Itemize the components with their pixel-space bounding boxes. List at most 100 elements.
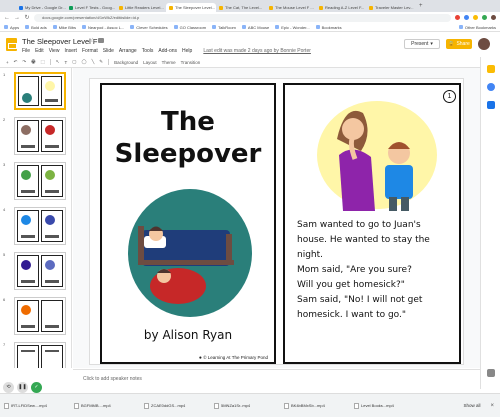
image-icon[interactable]: ▢ <box>72 59 76 65</box>
tasks-icon[interactable] <box>487 83 495 91</box>
cover-title-line-2[interactable]: Sleepover <box>102 139 274 169</box>
keep-icon[interactable] <box>487 65 495 73</box>
slide-canvas[interactable]: The Sleepover by Alison Ryan ● © Learnin… <box>73 68 480 368</box>
slide-thumbnail-row[interactable]: 2 <box>0 115 71 159</box>
browser-tab[interactable]: Traveler Master Lev... <box>366 3 416 12</box>
download-item[interactable]: IRT-LFIDSew....mp4 <box>4 400 68 412</box>
browser-tab[interactable]: The Mouse Level F ... <box>266 3 316 12</box>
author-line[interactable]: by Alison Ryan <box>102 328 274 342</box>
slide-thumbnail-row[interactable]: 5 <box>0 250 71 294</box>
bookmark-item[interactable]: Bold ads <box>25 25 47 30</box>
story-page[interactable]: 1 Sam wanted to go to Juan's house. He w… <box>283 83 461 364</box>
menu-slide[interactable]: Slide <box>103 48 114 54</box>
menu-insert[interactable]: Insert <box>64 48 77 54</box>
menu-arrange[interactable]: Arrange <box>119 48 137 54</box>
expand-panel-icon[interactable] <box>487 369 495 377</box>
browser-tab[interactable]: My Drive - Google Dr... <box>16 3 66 12</box>
text-box-icon[interactable]: T <box>65 60 68 65</box>
back-icon[interactable]: ← <box>4 15 10 21</box>
menu-tools[interactable]: Tools <box>142 48 154 54</box>
slide-thumbnail[interactable] <box>14 342 66 368</box>
bookmark-item[interactable]: TalkRoom <box>212 25 236 30</box>
cover-page[interactable]: The Sleepover by Alison Ryan ● © Learnin… <box>100 83 276 364</box>
menu-help[interactable]: Help <box>182 48 192 54</box>
present-button[interactable]: Present ▾ <box>404 39 440 49</box>
shape-icon[interactable]: ◯ <box>82 59 87 65</box>
slide-thumbnail-row[interactable]: 7 <box>0 340 71 368</box>
browser-tab[interactable]: The Cat, The Level... <box>216 3 266 12</box>
download-item[interactable]: 5MNZa1Sr..mp4 <box>214 400 278 412</box>
download-item[interactable]: Level Books...mp4 <box>354 400 418 412</box>
other-bookmarks[interactable]: Other Bookmarks <box>458 25 496 30</box>
rewind-icon[interactable]: ⟲ <box>3 381 14 393</box>
undo-icon[interactable]: ↶ <box>14 59 18 65</box>
forward-icon[interactable]: → <box>14 15 20 21</box>
new-tab-button[interactable]: + <box>419 3 423 9</box>
line-icon[interactable]: ╲ <box>92 59 95 65</box>
account-avatar[interactable] <box>478 38 490 50</box>
slide-filmstrip[interactable]: 1 2 3 4 5 6 7 <box>0 68 72 368</box>
zoom-icon[interactable]: ⬚ <box>40 59 44 65</box>
star-icon[interactable]: ☆ <box>90 37 95 44</box>
print-icon[interactable]: 🖶 <box>31 58 35 66</box>
speaker-notes[interactable]: Click to add speaker notes <box>73 369 480 389</box>
download-item[interactable]: BGFMMB....mp4 <box>74 400 138 412</box>
calendar-icon[interactable] <box>487 101 495 109</box>
extension-icon[interactable] <box>473 15 478 20</box>
theme-button[interactable]: Theme <box>162 60 176 65</box>
extension-icon[interactable] <box>464 15 469 20</box>
show-all-downloads-button[interactable]: Show all <box>463 403 480 408</box>
bookmark-item[interactable]: Bookmarks <box>315 25 342 30</box>
cover-title-line-1[interactable]: The <box>102 107 274 137</box>
slide-thumbnail-row[interactable]: 3 <box>0 160 71 204</box>
bookmark-item[interactable]: Clever Schedules <box>130 25 168 30</box>
download-item[interactable]: BK4bBMxSb...mp4 <box>284 400 348 412</box>
pen-icon[interactable]: ✎ <box>99 59 103 65</box>
transition-button[interactable]: Transition <box>181 60 201 65</box>
layout-button[interactable]: Layout <box>143 60 157 65</box>
redo-icon[interactable]: ↷ <box>22 59 26 65</box>
browser-tab-active[interactable]: The Sleepover Level... <box>166 3 216 12</box>
bookmark-item[interactable]: Mike Bibs <box>52 25 76 30</box>
menu-addons[interactable]: Add-ons <box>158 48 177 54</box>
browser-tab[interactable]: Reading A-Z Level F... <box>316 3 366 12</box>
extension-icon[interactable] <box>482 15 487 20</box>
bookmark-item[interactable]: Epic - Wonder... <box>275 25 310 30</box>
share-button[interactable]: 🔒 Share <box>446 39 472 49</box>
pause-icon[interactable]: ❚❚ <box>17 381 28 393</box>
bookmark-item[interactable]: Nearpod - Assoc L... <box>82 25 124 30</box>
slide-thumbnail[interactable] <box>14 117 66 155</box>
menu-edit[interactable]: Edit <box>35 48 44 54</box>
profile-avatar-icon[interactable] <box>491 15 496 20</box>
slide-thumbnail[interactable] <box>14 162 66 200</box>
reload-icon[interactable]: ↻ <box>24 14 30 21</box>
slide-thumbnail-row[interactable]: 1 <box>0 70 71 114</box>
move-folder-icon[interactable] <box>98 38 104 43</box>
bookmark-item[interactable]: ABC Mouse <box>241 25 269 30</box>
menu-file[interactable]: File <box>22 48 30 54</box>
menu-view[interactable]: View <box>49 48 60 54</box>
background-button[interactable]: Background <box>114 60 138 65</box>
slide-thumbnail-selected[interactable] <box>14 72 66 110</box>
slide-thumbnail[interactable] <box>14 252 66 290</box>
browser-tab[interactable]: Little Readers Level... <box>116 3 166 12</box>
slide-thumbnail-row[interactable]: 6 <box>0 295 71 339</box>
new-slide-icon[interactable]: + <box>6 60 9 65</box>
close-icon[interactable]: × <box>490 403 494 409</box>
browser-tab[interactable]: Level F Tests - Goog... <box>66 3 116 12</box>
menu-format[interactable]: Format <box>82 48 98 54</box>
select-icon[interactable]: ↖ <box>56 59 60 65</box>
bookmark-item[interactable]: Apps <box>4 25 19 30</box>
url-field[interactable]: docs.google.com/presentation/d/1nWkZ/edi… <box>34 13 451 22</box>
document-title[interactable]: The Sleepover Level F <box>22 37 97 46</box>
current-slide[interactable]: The Sleepover by Alison Ryan ● © Learnin… <box>89 78 464 365</box>
sleeping-boy-illustration[interactable] <box>126 188 254 318</box>
slide-thumbnail[interactable] <box>14 297 66 335</box>
extension-icon[interactable] <box>455 15 460 20</box>
google-slides-logo-icon[interactable] <box>6 38 17 51</box>
mom-and-boy-illustration[interactable] <box>315 99 437 211</box>
slide-thumbnail[interactable] <box>14 207 66 245</box>
check-icon[interactable]: ✓ <box>31 381 42 393</box>
download-item[interactable]: ZCAE0ddGS...mp4 <box>144 400 208 412</box>
bookmark-item[interactable]: GO Classroom <box>173 25 206 30</box>
